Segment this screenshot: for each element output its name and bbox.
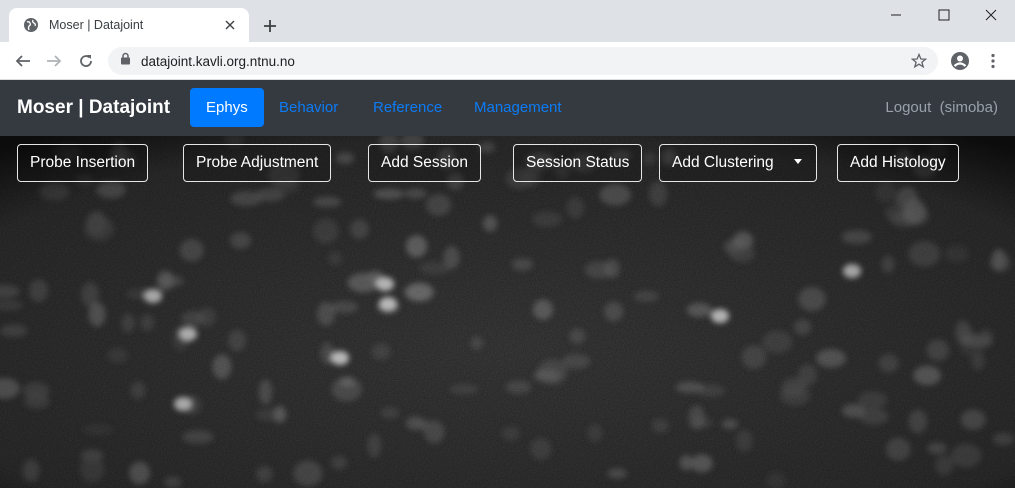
url-text: datajoint.kavli.org.ntnu.no [141,53,295,69]
probe-adjustment-button[interactable]: Probe Adjustment [183,144,332,182]
minimize-icon[interactable] [873,0,919,30]
add-clustering-label: Add Clustering [672,154,774,171]
nav-behavior[interactable]: Behavior [279,88,338,127]
globe-icon [23,17,39,33]
background-image [0,136,1015,488]
add-clustering-dropdown[interactable]: Add Clustering [659,144,817,182]
main-content: Probe Insertion Probe Adjustment Add Ses… [0,136,1015,488]
close-window-icon[interactable] [968,0,1014,30]
back-arrow-icon[interactable] [10,48,36,74]
session-status-button[interactable]: Session Status [513,144,643,182]
address-bar[interactable]: datajoint.kavli.org.ntnu.no [108,47,938,75]
plus-icon[interactable] [258,14,282,38]
account-icon[interactable] [947,48,973,74]
browser-tabstrip: Moser | Datajoint [0,0,1015,42]
star-icon[interactable] [910,52,928,70]
logout-label: Logout [885,99,932,116]
add-session-button[interactable]: Add Session [368,144,482,182]
brand-title[interactable]: Moser | Datajoint [17,97,170,119]
probe-insertion-button[interactable]: Probe Insertion [17,144,149,182]
kebab-menu-icon[interactable] [980,48,1006,74]
username: (simoba) [939,99,998,116]
reload-icon[interactable] [73,48,99,74]
app-navbar: Moser | Datajoint Ephys Behavior Referen… [0,80,1015,136]
browser-tab[interactable]: Moser | Datajoint [9,8,249,42]
add-histology-button[interactable]: Add Histology [837,144,959,182]
browser-toolbar: datajoint.kavli.org.ntnu.no [0,42,1015,80]
tab-title: Moser | Datajoint [49,18,144,32]
lock-icon [120,52,131,70]
nav-ephys[interactable]: Ephys [190,88,264,127]
close-icon[interactable] [221,16,239,34]
logout-link[interactable]: Logout (simoba) [885,88,998,127]
nav-management[interactable]: Management [474,88,562,127]
forward-arrow-icon[interactable] [41,48,67,74]
maximize-icon[interactable] [921,0,967,30]
nav-reference[interactable]: Reference [373,88,442,127]
caret-down-icon [793,159,802,164]
